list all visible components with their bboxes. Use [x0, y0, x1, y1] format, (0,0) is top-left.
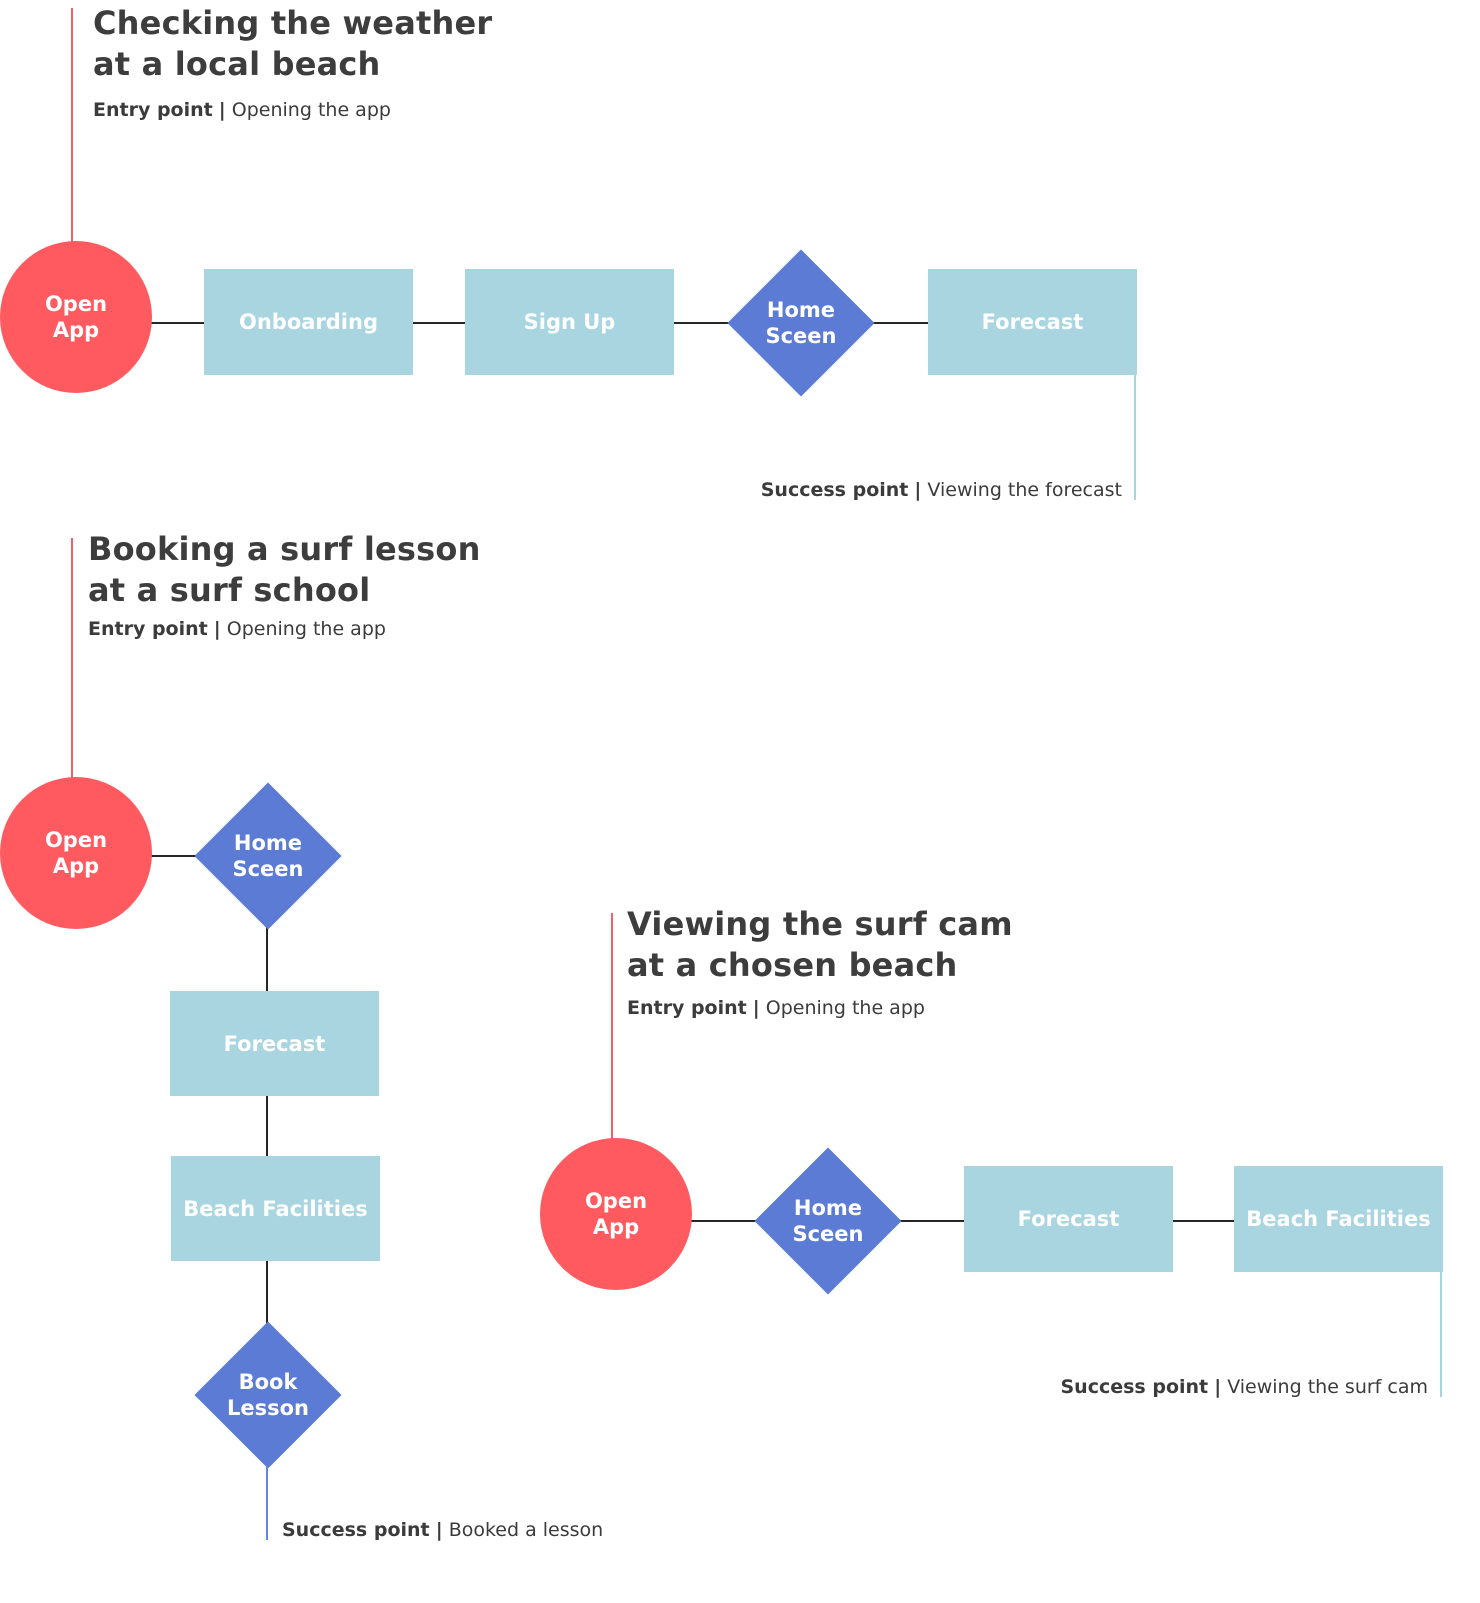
entry-line — [71, 538, 73, 780]
start-node-open-app[interactable]: Open App — [0, 241, 152, 393]
flow-title: Booking a surf lesson at a surf school — [88, 530, 481, 609]
connector — [870, 322, 930, 324]
connector — [412, 322, 466, 324]
screen-node-forecast[interactable]: Forecast — [170, 991, 379, 1096]
decision-node-home-screen[interactable]: Home Sceen — [727, 249, 875, 397]
success-point: Success point | Booked a lesson — [282, 1519, 604, 1541]
entry-line — [611, 913, 613, 1141]
decision-node-home-screen[interactable]: Home Sceen — [194, 782, 342, 930]
success-point: Success point | Viewing the surf cam — [1060, 1376, 1429, 1398]
connector — [672, 322, 732, 324]
connector — [266, 1259, 268, 1325]
connector — [150, 322, 206, 324]
entry-point: Entry point | Opening the app — [627, 997, 925, 1019]
screen-node-forecast[interactable]: Forecast — [964, 1166, 1173, 1272]
success-line — [266, 1467, 268, 1540]
success-line — [1134, 374, 1136, 500]
start-node-open-app[interactable]: Open App — [540, 1138, 692, 1290]
entry-point: Entry point | Opening the app — [88, 618, 386, 640]
connector — [690, 1220, 760, 1222]
screen-node-onboarding[interactable]: Onboarding — [204, 269, 413, 375]
success-line — [1440, 1271, 1442, 1397]
decision-node-home-screen[interactable]: Home Sceen — [754, 1147, 902, 1295]
screen-node-sign-up[interactable]: Sign Up — [465, 269, 674, 375]
flow-title: Checking the weather at a local beach — [93, 4, 493, 83]
entry-point: Entry point | Opening the app — [93, 99, 391, 121]
connector — [1172, 1220, 1235, 1222]
decision-node-book-lesson[interactable]: Book Lesson — [194, 1321, 342, 1469]
entry-line — [71, 8, 73, 242]
flow-title: Viewing the surf cam at a chosen beach — [627, 905, 1013, 984]
screen-node-beach-facilities[interactable]: Beach Facilities — [1234, 1166, 1443, 1272]
connector — [266, 926, 268, 992]
connector — [896, 1220, 966, 1222]
start-node-open-app[interactable]: Open App — [0, 777, 152, 929]
screen-node-beach-facilities[interactable]: Beach Facilities — [171, 1156, 380, 1261]
connector — [150, 855, 200, 857]
screen-node-forecast[interactable]: Forecast — [928, 269, 1137, 375]
success-point: Success point | Viewing the forecast — [760, 479, 1122, 501]
connector — [266, 1094, 268, 1157]
